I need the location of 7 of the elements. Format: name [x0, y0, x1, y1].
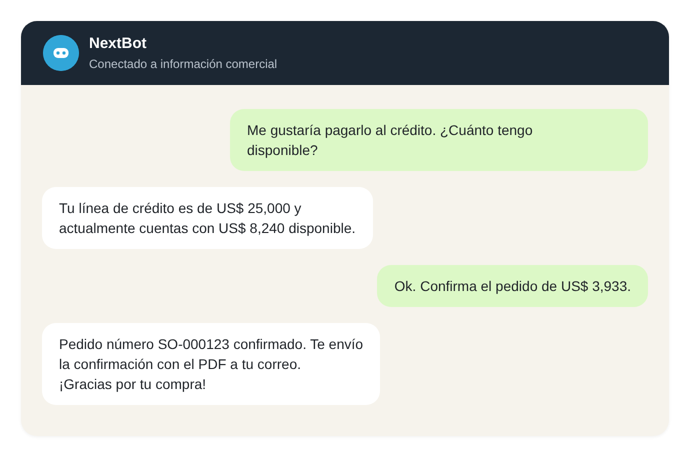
user-message: Me gustaría pagarlo al crédito. ¿Cuánto tengo disponible?: [230, 109, 648, 171]
bot-status: Conectado a información comercial: [89, 57, 278, 71]
user-message: Ok. Confirma el pedido de US$ 3,933.: [377, 265, 648, 307]
bot-message: Tu línea de crédito es de US$ 25,000 y actualmente cuentas con US$ 8,240 disponible.: [42, 187, 373, 249]
robot-icon: [43, 35, 79, 71]
bot-name: NextBot: [89, 35, 148, 52]
bot-message: Pedido número SO-000123 confirmado. Te envío la confirmación con el PDF a tu correo. ¡Gracias por tu compra!: [42, 323, 380, 405]
